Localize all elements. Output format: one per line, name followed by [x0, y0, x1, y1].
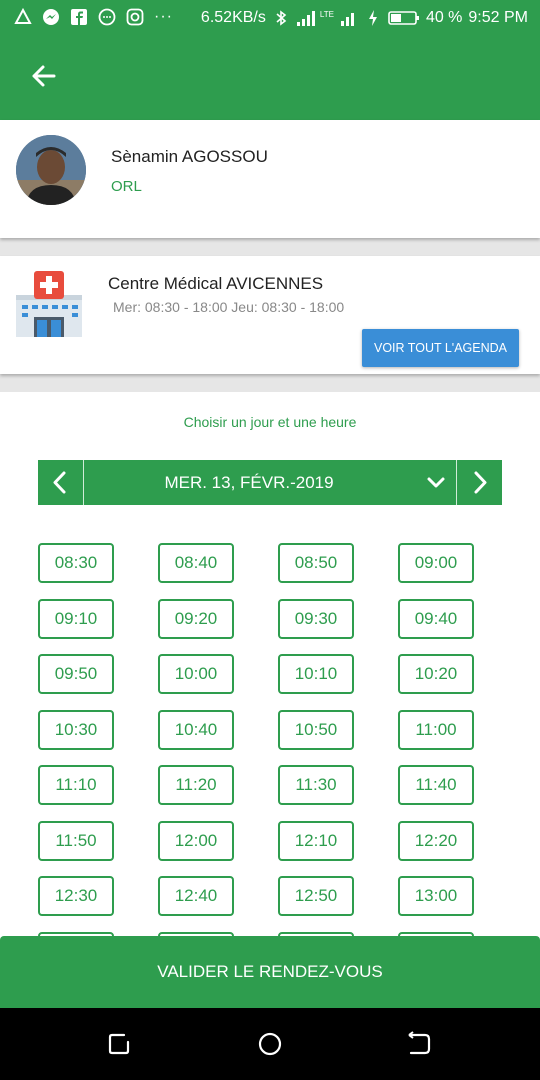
- time-slot[interactable]: 11:40: [398, 765, 474, 805]
- status-indicators: 6.52KB/s LTE 40 % 9:52 PM: [201, 9, 528, 27]
- time-slot[interactable]: 09:20: [158, 598, 234, 639]
- previous-day-button[interactable]: [38, 460, 84, 505]
- chevron-down-icon[interactable]: [424, 471, 448, 495]
- time-slot-grid: 08:30 08:40 08:50 09:00 09:10 09:20 09:30 09:40…: [38, 543, 478, 936]
- clock: 9:52 PM: [468, 9, 528, 26]
- avatar: [16, 135, 86, 205]
- time-slot[interactable]: 11:10: [38, 765, 114, 805]
- notification-icons: ···: [14, 7, 173, 26]
- time-slot[interactable]: 09:30: [278, 598, 354, 639]
- time-slot[interactable]: 12:30: [38, 876, 114, 916]
- doctor-card[interactable]: Sènamin AGOSSOU ORL: [0, 120, 540, 238]
- messenger-icon: [42, 8, 60, 26]
- bluetooth-icon: [272, 9, 290, 27]
- time-slot[interactable]: 10:30: [38, 709, 114, 750]
- time-slot[interactable]: 10:10: [278, 654, 354, 694]
- doctor-specialty: ORL: [111, 178, 142, 195]
- time-slot[interactable]: 10:50: [278, 709, 354, 750]
- next-day-button[interactable]: [456, 460, 502, 505]
- time-slot[interactable]: 09:00: [398, 543, 474, 583]
- back-icon[interactable]: [405, 1030, 433, 1058]
- system-nav-bar: [0, 1008, 540, 1080]
- time-slot[interactable]: 08:40: [158, 543, 234, 583]
- clinic-card: Centre Médical AVICENNES Mer: 08:30 - 18…: [0, 256, 540, 374]
- network-speed: 6.52KB/s: [200, 9, 266, 26]
- signal-2-icon: [340, 9, 358, 27]
- chevron-right-icon: [474, 471, 487, 494]
- facebook-icon: [70, 8, 88, 26]
- time-slot[interactable]: 09:10: [38, 598, 114, 639]
- battery-level: 40 %: [425, 9, 463, 26]
- home-icon[interactable]: [256, 1030, 284, 1058]
- battery-icon: [388, 9, 420, 27]
- time-slot[interactable]: 11:20: [158, 765, 234, 805]
- chat-icon: [98, 8, 116, 26]
- doctor-name: Sènamin AGOSSOU: [111, 147, 268, 166]
- time-slot[interactable]: 12:50: [278, 876, 354, 916]
- time-slot[interactable]: 08:50: [278, 543, 354, 583]
- time-slot[interactable]: 12:40: [158, 876, 234, 916]
- clinic-name: Centre Médical AVICENNES: [108, 274, 324, 293]
- hospital-icon: [14, 269, 84, 339]
- charging-icon: [364, 9, 382, 27]
- time-slot[interactable]: 12:10: [278, 820, 354, 861]
- more-notifications-icon: ···: [154, 8, 173, 25]
- time-slot[interactable]: 11:00: [398, 709, 474, 750]
- time-slot[interactable]: 12:20: [398, 820, 474, 861]
- time-slot[interactable]: 10:00: [158, 654, 234, 694]
- clinic-hours: Mer: 08:30 - 18:00 Jeu: 08:30 - 18:00: [113, 299, 345, 315]
- time-slot[interactable]: 10:20: [398, 654, 474, 694]
- validate-appointment-button[interactable]: VALIDER LE RENDEZ-VOUS: [0, 936, 540, 1008]
- app-bar: [0, 36, 540, 120]
- date-selector: MER. 13, FÉVR.-2019: [38, 460, 502, 505]
- drive-icon: [14, 7, 32, 26]
- signal-icon: [296, 9, 315, 27]
- time-slot[interactable]: 11:30: [278, 765, 354, 805]
- selected-date[interactable]: MER. 13, FÉVR.-2019: [84, 460, 414, 505]
- time-slot[interactable]: 13:00: [398, 876, 474, 916]
- status-bar: ··· 6.52KB/s LTE 40 % 9:52 PM: [0, 0, 540, 36]
- time-slot[interactable]: 09:40: [398, 598, 474, 639]
- appointment-picker: Choisir un jour et une heure MER. 13, FÉ…: [0, 392, 540, 1008]
- lte-indicator: LTE: [319, 9, 334, 19]
- view-agenda-button[interactable]: VOIR TOUT L'AGENDA: [362, 329, 519, 367]
- instagram-icon: [126, 8, 144, 26]
- time-slot[interactable]: 10:40: [158, 709, 234, 750]
- picker-label: Choisir un jour et une heure: [183, 414, 357, 430]
- time-slot[interactable]: 09:50: [38, 654, 114, 694]
- time-slot[interactable]: 11:50: [38, 820, 114, 861]
- chevron-left-icon: [53, 471, 66, 494]
- back-arrow-icon[interactable]: [24, 56, 64, 96]
- recent-apps-icon[interactable]: [106, 1030, 134, 1058]
- time-slot[interactable]: 08:30: [38, 543, 114, 583]
- time-slot[interactable]: 12:00: [158, 820, 234, 861]
